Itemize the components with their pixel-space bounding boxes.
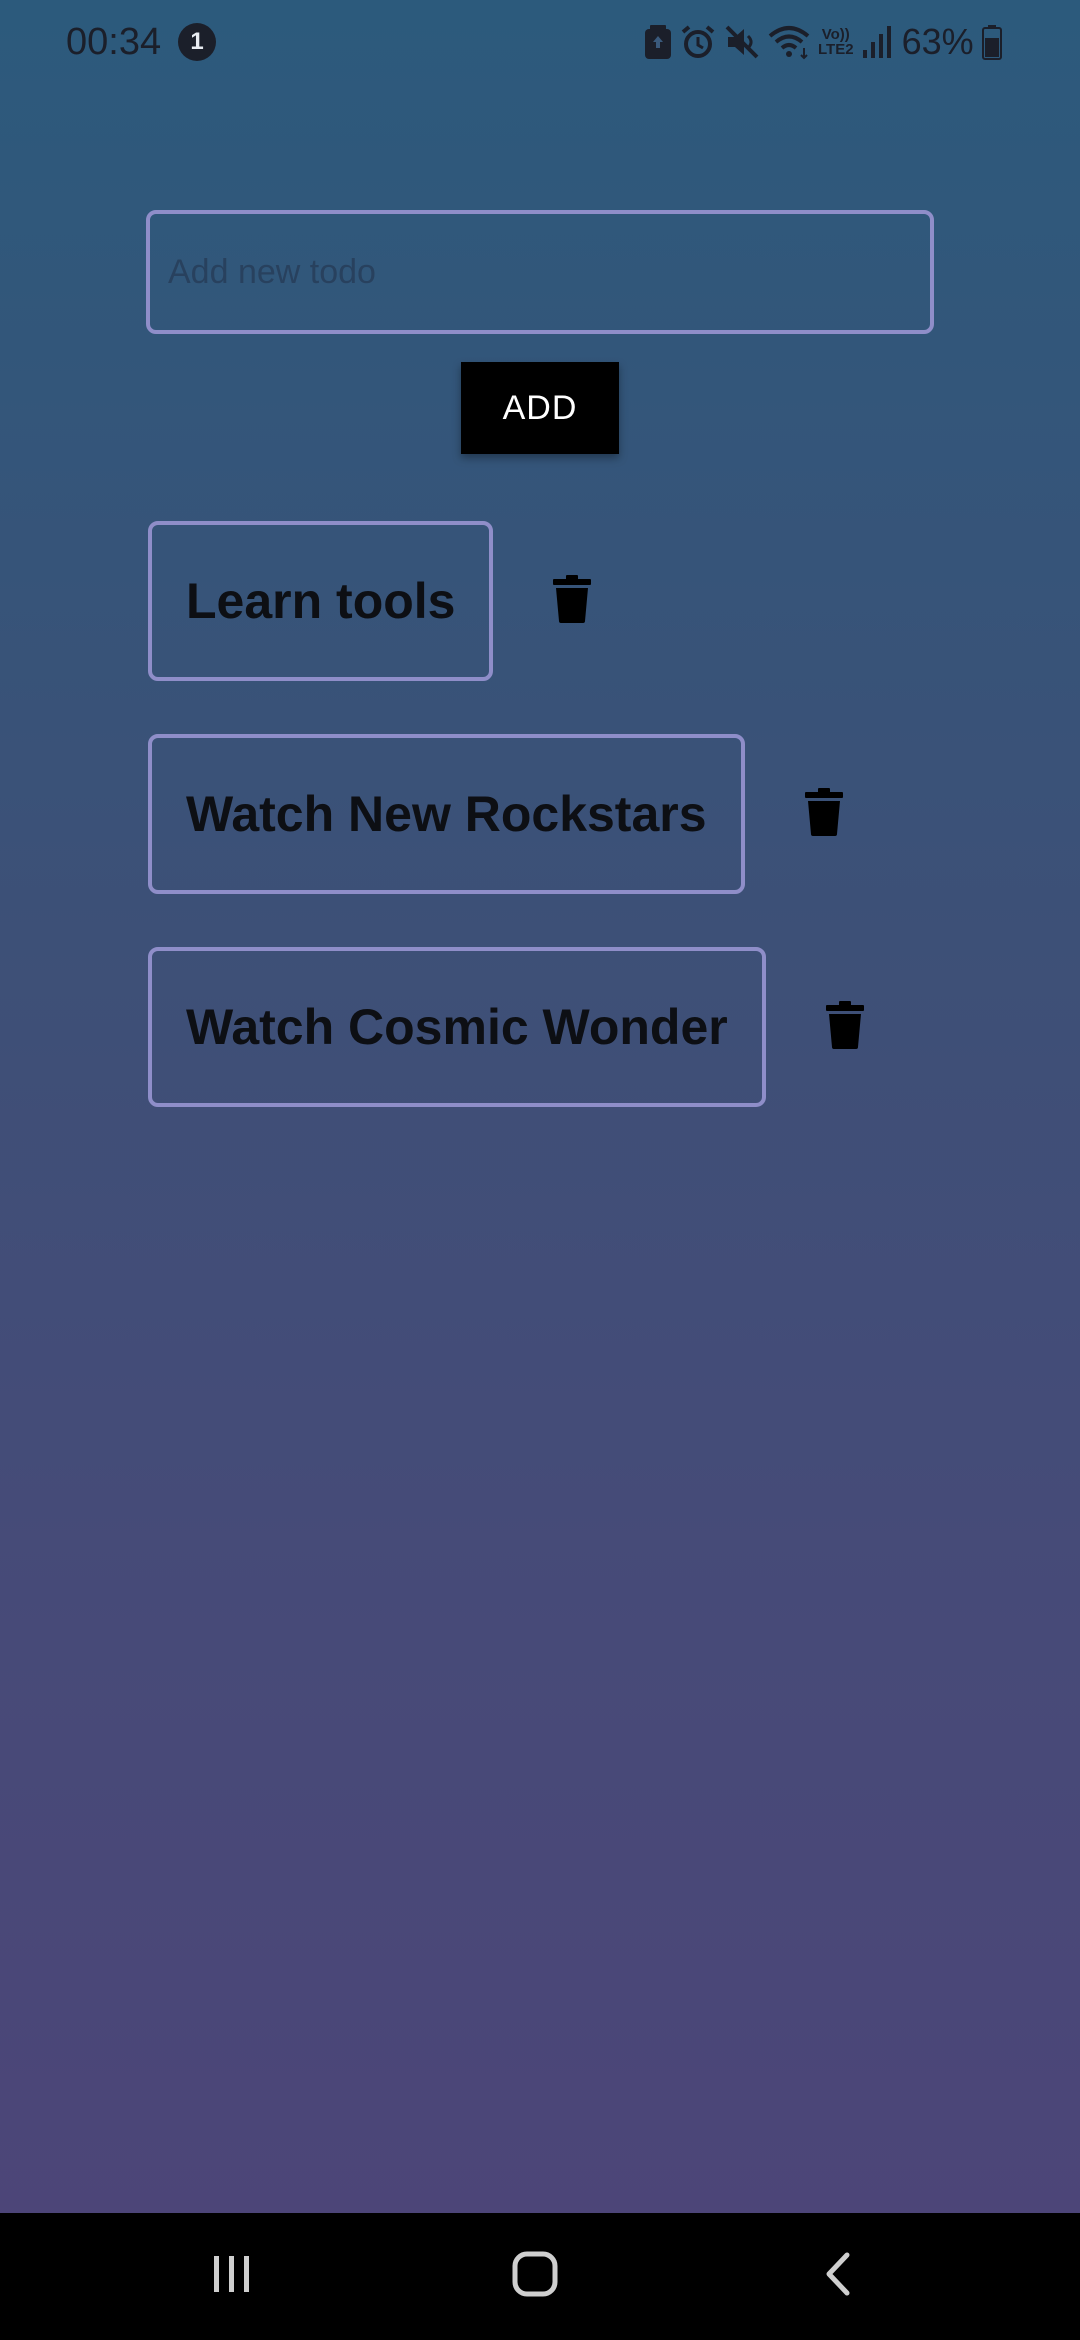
trash-icon bbox=[553, 574, 592, 628]
todo-item[interactable]: Watch Cosmic Wonder bbox=[148, 947, 766, 1107]
navigation-bar bbox=[0, 2213, 1080, 2340]
trash-icon bbox=[825, 1000, 864, 1054]
delete-button[interactable] bbox=[824, 1000, 866, 1054]
delete-button[interactable] bbox=[803, 787, 845, 841]
back-button[interactable] bbox=[758, 2213, 918, 2340]
recents-icon bbox=[210, 2254, 254, 2299]
todo-item[interactable]: Learn tools bbox=[148, 521, 494, 681]
todo-item[interactable]: Watch New Rockstars bbox=[148, 734, 745, 894]
status-icons: Vo)) LTE2 63% bbox=[644, 18, 1002, 66]
battery-percent: 63% bbox=[901, 21, 974, 62]
mute-icon bbox=[724, 24, 760, 60]
todo-row: Watch Cosmic Wonder bbox=[148, 947, 866, 1107]
battery-saver-icon bbox=[644, 24, 672, 60]
battery-icon bbox=[981, 24, 1002, 60]
todo-row: Watch New Rockstars bbox=[148, 734, 866, 894]
home-icon bbox=[512, 2251, 558, 2302]
status-bar: 00:34 1 Vo)) LTE2 63% bbox=[0, 0, 1080, 84]
add-button[interactable]: ADD bbox=[461, 362, 619, 454]
alarm-icon bbox=[680, 24, 716, 60]
status-time: 00:34 bbox=[66, 21, 162, 63]
home-button[interactable] bbox=[455, 2213, 615, 2340]
todo-input[interactable] bbox=[146, 210, 934, 334]
back-icon bbox=[823, 2251, 853, 2302]
trash-icon bbox=[804, 787, 843, 841]
wifi-icon bbox=[768, 24, 810, 60]
todo-row: Learn tools bbox=[148, 521, 866, 681]
notification-count-badge: 1 bbox=[178, 23, 216, 61]
recents-button[interactable] bbox=[152, 2213, 312, 2340]
volte-lte2-icon: Vo)) LTE2 bbox=[818, 26, 854, 58]
todo-list: Learn tools Watch New Rockstars Watch Co… bbox=[148, 521, 866, 1160]
delete-button[interactable] bbox=[551, 574, 593, 628]
signal-icon bbox=[862, 24, 892, 60]
